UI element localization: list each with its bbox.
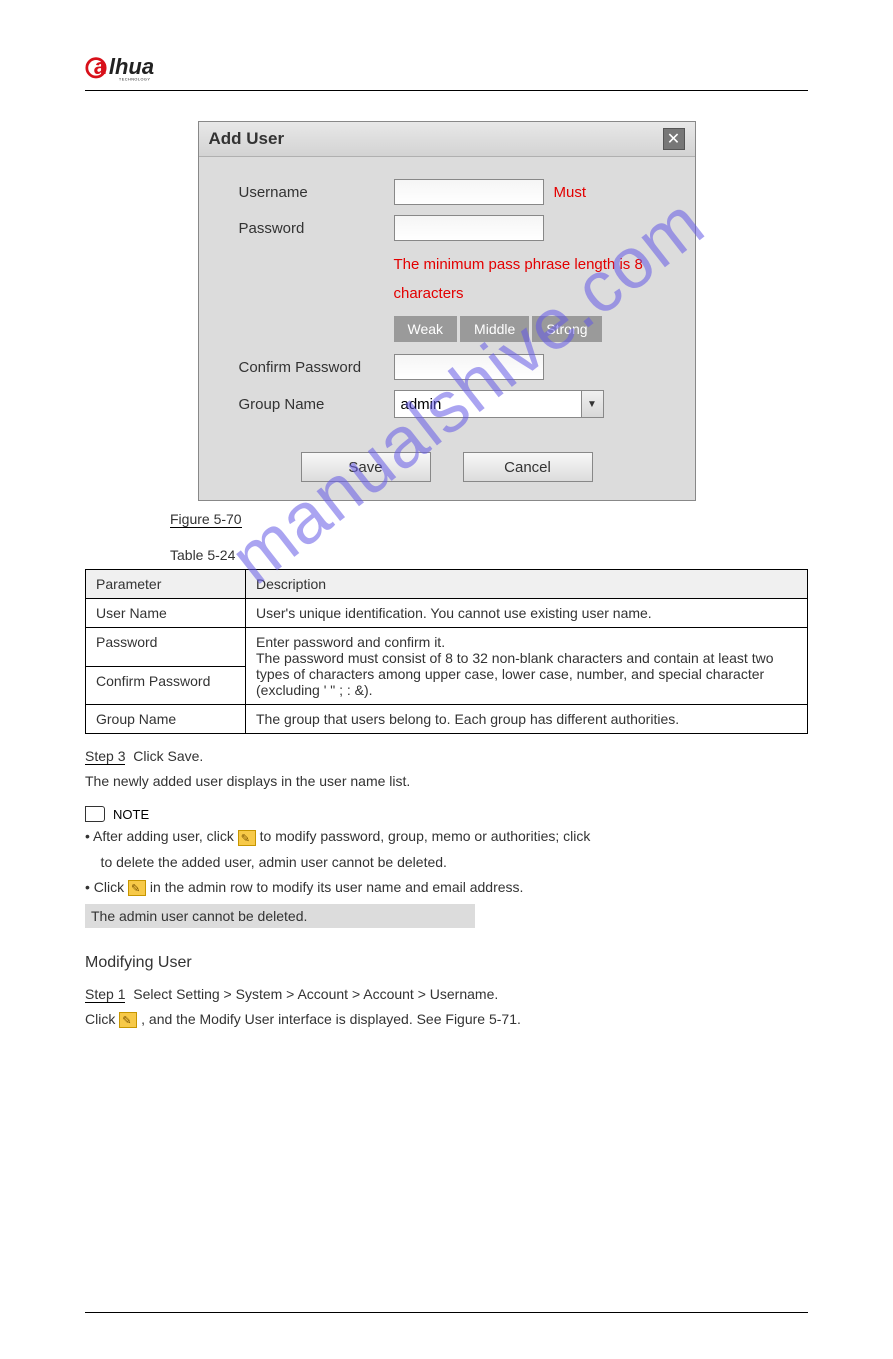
chevron-down-icon[interactable]: ▼ xyxy=(581,391,603,417)
group-name-label: Group Name xyxy=(239,396,394,413)
table-header-description: Description xyxy=(246,570,808,599)
cell-desc: Enter password and confirm it. The passw… xyxy=(246,628,808,705)
modify-icon xyxy=(128,880,146,896)
note-row: NOTE xyxy=(85,806,808,822)
svg-text:a: a xyxy=(94,54,106,79)
username-label: Username xyxy=(239,184,394,201)
cell-param: Group Name xyxy=(86,705,246,734)
password-hint: The minimum pass phrase length is 8 char… xyxy=(394,251,677,308)
header-logo-row: a lhua TECHNOLOGY xyxy=(85,50,808,91)
table-caption: Table 5-24 xyxy=(170,547,808,563)
dialog-titlebar: Add User ✕ xyxy=(199,122,695,157)
add-user-dialog: Add User ✕ Username Must Password The mi… xyxy=(198,121,696,501)
section-heading: Modifying User xyxy=(85,954,808,972)
password-label: Password xyxy=(239,220,394,237)
cancel-button[interactable]: Cancel xyxy=(463,452,593,482)
dialog-title: Add User xyxy=(209,129,285,149)
password-strength-meter: Weak Middle Strong xyxy=(394,316,677,342)
step-label: Step 3 xyxy=(85,748,125,765)
confirm-password-input[interactable] xyxy=(394,354,544,380)
note-icon xyxy=(85,806,105,822)
note-body: • After adding user, click to modify pas… xyxy=(85,824,808,900)
admin-delete-warning: The admin user cannot be deleted. xyxy=(85,904,475,928)
svg-text:TECHNOLOGY: TECHNOLOGY xyxy=(119,78,151,82)
strength-strong: Strong xyxy=(532,316,601,342)
username-input[interactable] xyxy=(394,179,544,205)
figure-caption: Figure 5-70 xyxy=(170,511,242,528)
parameter-table: Parameter Description User Name User's u… xyxy=(85,569,808,734)
brand-logo: a lhua TECHNOLOGY xyxy=(85,50,195,82)
strength-weak: Weak xyxy=(394,316,458,342)
svg-text:lhua: lhua xyxy=(109,54,154,79)
cell-desc: User's unique identification. You cannot… xyxy=(246,599,808,628)
step-label: Step 1 xyxy=(85,986,125,1003)
page-footer xyxy=(85,1312,808,1319)
modify-icon xyxy=(238,830,256,846)
save-button[interactable]: Save xyxy=(301,452,431,482)
modify-icon xyxy=(119,1012,137,1028)
group-name-select[interactable] xyxy=(394,390,604,418)
cell-param: User Name xyxy=(86,599,246,628)
strength-middle: Middle xyxy=(460,316,529,342)
cell-param: Confirm Password xyxy=(86,666,246,705)
table-header-parameter: Parameter xyxy=(86,570,246,599)
table-row: User Name User's unique identification. … xyxy=(86,599,808,628)
confirm-password-label: Confirm Password xyxy=(239,359,394,376)
cell-desc: The group that users belong to. Each gro… xyxy=(246,705,808,734)
table-row: Group Name The group that users belong t… xyxy=(86,705,808,734)
cell-param: Password xyxy=(86,628,246,667)
modify-step-1: Step 1 Select Setting > System > Account… xyxy=(85,982,808,1032)
table-row: Password Enter password and confirm it. … xyxy=(86,628,808,667)
password-input[interactable] xyxy=(394,215,544,241)
step-3: Step 3 Click Save. The newly added user … xyxy=(85,744,808,794)
close-icon[interactable]: ✕ xyxy=(663,128,685,150)
username-required-hint: Must xyxy=(554,184,587,201)
note-label: NOTE xyxy=(113,807,149,822)
